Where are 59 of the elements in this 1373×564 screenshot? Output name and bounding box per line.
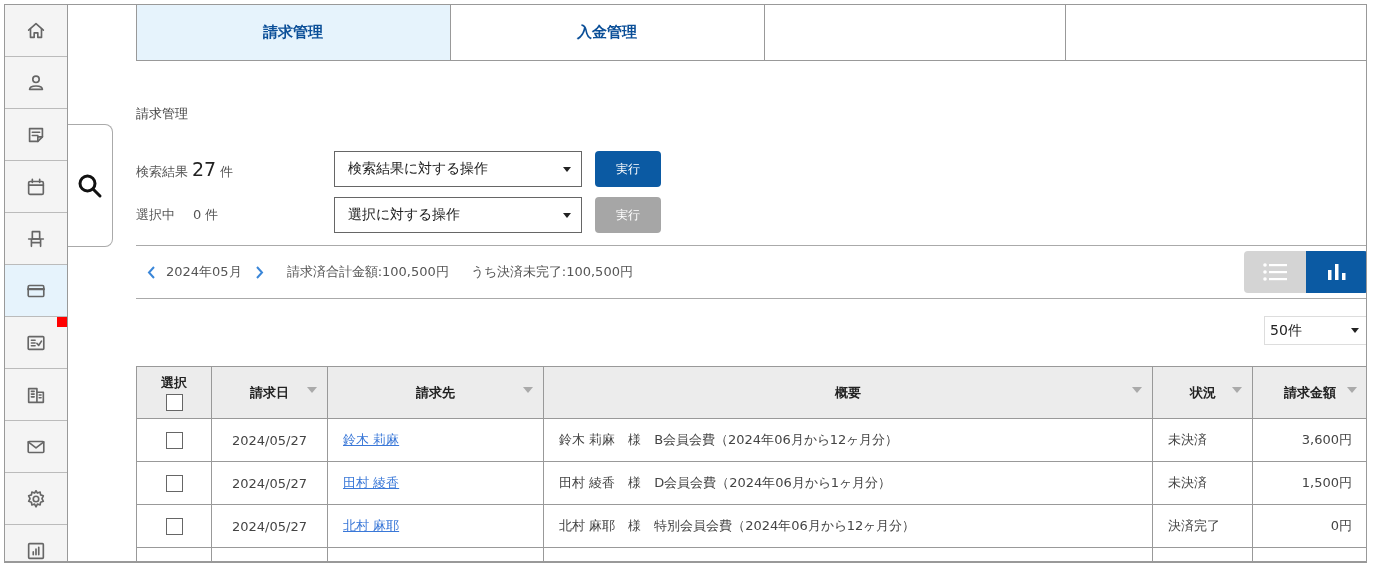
sidebar-item[interactable] [5,5,67,57]
sidebar-item[interactable] [5,369,67,421]
row-checkbox[interactable] [165,474,183,492]
customer-link[interactable]: 田村 綾香 [343,475,400,490]
count-unit: 件 [205,206,219,224]
caret-icon [563,212,571,218]
sidebar-item[interactable] [5,161,67,213]
sidebar-item[interactable] [5,57,67,109]
summary-cell: 鈴木 莉麻 様 B会員会費（2024年06月から12ヶ月分） [543,418,1153,462]
status-cell: 未決済 [1152,418,1253,462]
action-dropdown[interactable]: 選択に対する操作 [334,197,582,233]
per-page-dropdown[interactable]: 50件 [1264,316,1366,345]
date-cell: 2024/05/27 [211,461,328,505]
customer-link[interactable]: 鈴木 莉麻 [343,432,400,447]
sidebar-item[interactable] [5,421,67,473]
column-header[interactable]: 概要 [835,384,861,400]
unsettled-amount: うち決済未完了:100,500円 [470,263,633,281]
run-button[interactable]: 実行 [595,151,661,187]
row-checkbox[interactable] [165,517,183,535]
list-icon [1263,263,1287,281]
action-dropdown[interactable]: 検索結果に対する操作 [334,151,582,187]
status-cell: 決済完了 [1152,504,1253,548]
summary-cell: 田村 綾香 様 D会員会費（2024年06月から1ヶ月分） [543,461,1153,505]
row-checkbox[interactable] [165,431,183,449]
chevron-left-icon[interactable] [146,265,156,279]
chevron-right-icon[interactable] [254,265,265,279]
column-header[interactable]: 状況 [1189,384,1216,400]
month-label: 2024年05月 [166,263,242,281]
sidebar-item[interactable] [5,473,67,525]
count-value: 27 [192,157,217,180]
select-all-label: 選択 [161,374,187,392]
count-label: 検索結果 [136,162,188,181]
tab[interactable]: 請求管理 [137,5,451,60]
caret-icon [563,166,571,172]
caret-icon [1351,328,1359,333]
total-amount: 請求済合計金額:100,500円 [286,263,449,281]
count-unit: 件 [220,162,234,181]
date-cell: 2024/05/27 [211,504,328,548]
sidebar-item[interactable] [5,317,67,369]
select-all-checkbox[interactable] [165,394,183,411]
customer-link[interactable]: 北村 麻耶 [343,518,400,533]
column-header[interactable]: 請求金額 [1284,384,1336,400]
summary-cell: 北村 麻耶 様 特別会員会費（2024年06月から12ヶ月分） [543,504,1153,548]
chart-view-button[interactable] [1306,251,1366,293]
sidebar-item[interactable] [5,265,67,317]
sidebar-item[interactable] [5,213,67,265]
sidebar-item[interactable] [5,109,67,161]
search-tab[interactable] [68,124,113,247]
date-cell: 2024/05/27 [211,418,328,462]
page-title: 請求管理 [136,105,189,123]
column-header[interactable]: 請求日 [250,384,289,400]
status-cell: 未決済 [1152,461,1253,505]
calendar-icon [25,175,47,198]
bar-chart-icon [1328,264,1346,280]
column-header[interactable]: 請求先 [416,384,455,400]
count-label: 選択中 [136,206,175,224]
gear-icon [25,487,47,510]
search-icon [77,172,103,199]
count-value: 0 [193,207,202,222]
